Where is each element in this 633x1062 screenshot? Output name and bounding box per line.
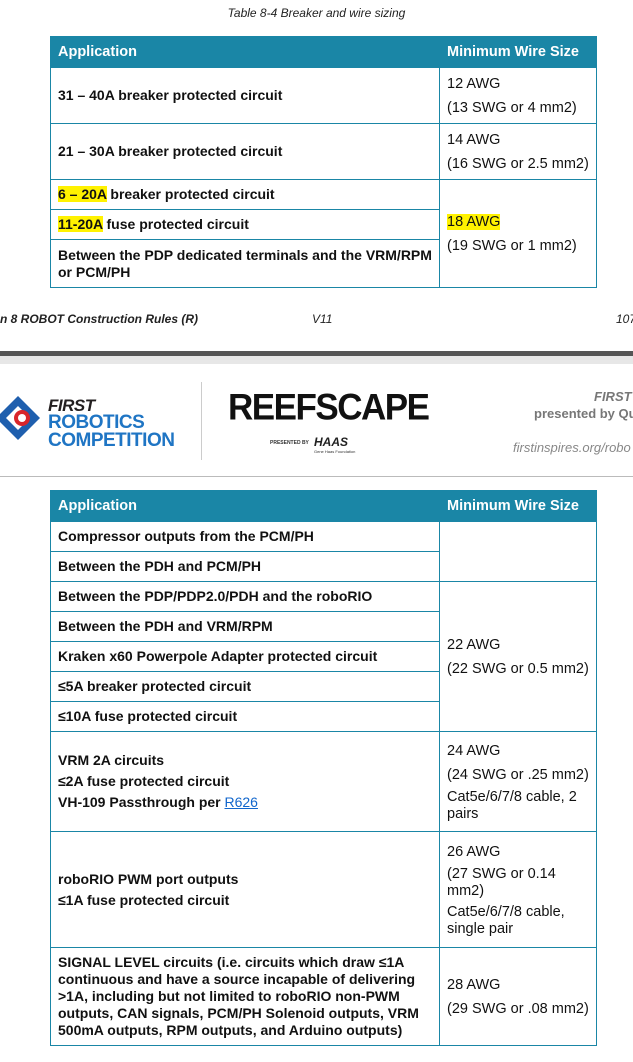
haas-logo: HAAS bbox=[314, 435, 349, 449]
table-row: VRM 2A circuits ≤2A fuse protected circu… bbox=[50, 731, 440, 832]
haas-foundation: Gene Haas Foundation bbox=[314, 449, 356, 454]
wire-size-table-bottom: Application Minimum Wire Size Compressor… bbox=[50, 490, 597, 1046]
footer-section-title: n 8 ROBOT Construction Rules (R) bbox=[0, 312, 198, 326]
header-application: Application bbox=[50, 36, 440, 68]
table-row: Between the PDH and VRM/RPM bbox=[50, 611, 440, 642]
table-row: 11-20A fuse protected circuit bbox=[50, 209, 440, 240]
highlighted-text: 18 AWG bbox=[447, 213, 501, 230]
header-application: Application bbox=[50, 490, 440, 522]
reefscape-logo: REEFSCAPE bbox=[228, 387, 430, 428]
table-row: Between the PDH and PCM/PH bbox=[50, 551, 440, 582]
header-rule bbox=[0, 476, 633, 477]
frc-logo-icon bbox=[0, 396, 40, 440]
wire-size-cell-empty bbox=[439, 521, 597, 582]
header-min-wire-size: Minimum Wire Size bbox=[439, 36, 597, 68]
table-row: SIGNAL LEVEL circuits (i.e. circuits whi… bbox=[50, 947, 440, 1046]
table-row: ≤5A breaker protected circuit bbox=[50, 671, 440, 702]
wire-size-cell: 28 AWG (29 SWG or .08 mm2) bbox=[439, 947, 597, 1046]
wire-size-cell: 26 AWG (27 SWG or 0.14 mm2) Cat5e/6/7/8 … bbox=[439, 831, 597, 948]
table-row: Kraken x60 Powerpole Adapter protected c… bbox=[50, 641, 440, 672]
table-row: Between the PDP dedicated terminals and … bbox=[50, 239, 440, 288]
header-divider bbox=[201, 382, 202, 460]
table-row: 31 – 40A breaker protected circuit bbox=[50, 67, 440, 124]
presented-by-label: PRESENTED BY bbox=[270, 440, 309, 446]
footer-version: V11 bbox=[312, 312, 333, 326]
header-right-sub: presented by Qu bbox=[534, 406, 633, 421]
header-right-url: firstinspires.org/robo bbox=[513, 440, 631, 455]
wire-size-cell: 18 AWG (19 SWG or 1 mm2) bbox=[439, 179, 597, 288]
highlighted-text: 11-20A bbox=[58, 216, 103, 232]
wire-size-cell: 14 AWG (16 SWG or 2.5 mm2) bbox=[439, 123, 597, 180]
logo-competition: COMPETITION bbox=[48, 430, 175, 451]
table-row: 21 – 30A breaker protected circuit bbox=[50, 123, 440, 180]
table-row: roboRIO PWM port outputs ≤1A fuse protec… bbox=[50, 831, 440, 948]
header-right-title: FIRST bbox=[594, 389, 632, 404]
table-caption: Table 8-4 Breaker and wire sizing bbox=[227, 6, 406, 20]
wire-size-cell: 24 AWG (24 SWG or .25 mm2) Cat5e/6/7/8 c… bbox=[439, 731, 597, 832]
page-break-gap bbox=[0, 356, 633, 364]
rule-link-r626[interactable]: R626 bbox=[225, 794, 258, 810]
wire-size-table-top: Application Minimum Wire Size 31 – 40A b… bbox=[50, 36, 597, 288]
table-row: ≤10A fuse protected circuit bbox=[50, 701, 440, 732]
header-min-wire-size: Minimum Wire Size bbox=[439, 490, 597, 522]
table-row: Compressor outputs from the PCM/PH bbox=[50, 521, 440, 552]
wire-size-cell: 22 AWG (22 SWG or 0.5 mm2) bbox=[439, 581, 597, 732]
highlighted-text: 6 – 20A bbox=[58, 186, 107, 202]
table-row: Between the PDP/PDP2.0/PDH and the roboR… bbox=[50, 581, 440, 612]
wire-size-cell: 12 AWG (13 SWG or 4 mm2) bbox=[439, 67, 597, 124]
footer-page-number: 107 bbox=[616, 312, 633, 326]
table-row: 6 – 20A breaker protected circuit bbox=[50, 179, 440, 210]
